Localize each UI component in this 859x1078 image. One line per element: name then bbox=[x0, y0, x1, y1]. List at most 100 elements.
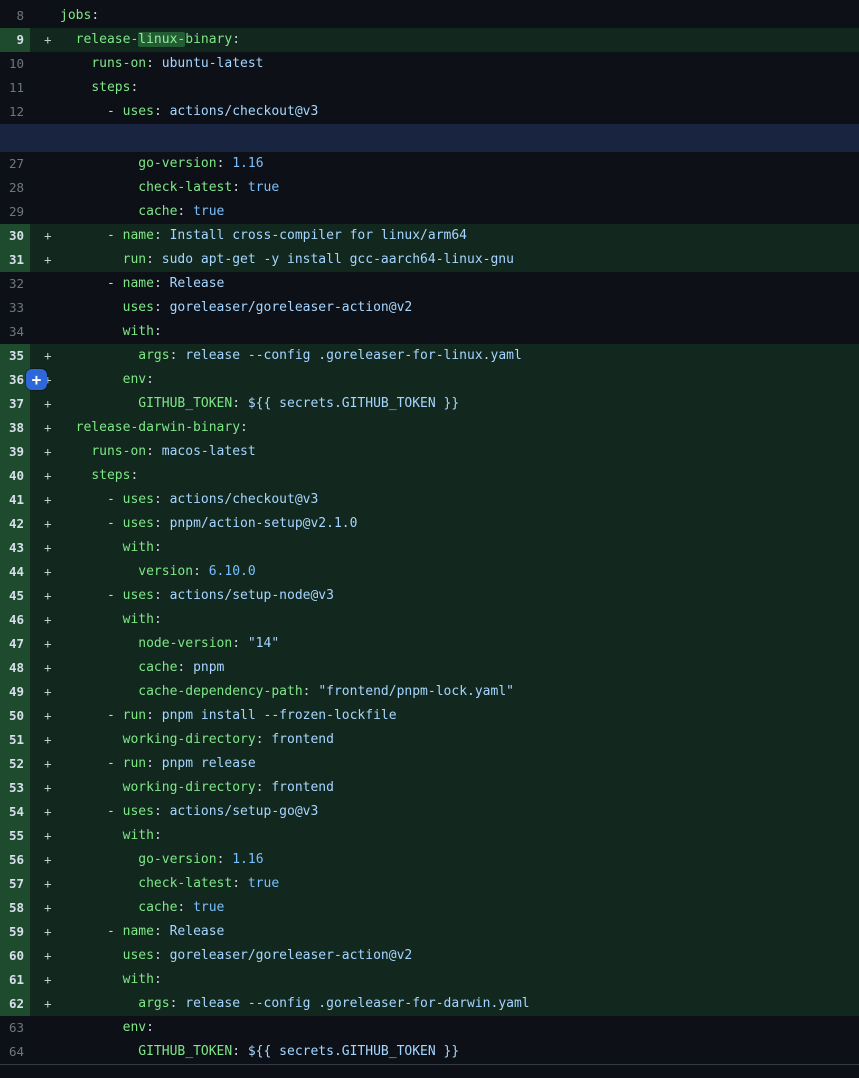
line-number[interactable]: 44 bbox=[0, 560, 30, 584]
code-token: - bbox=[60, 276, 123, 291]
diff-add-marker bbox=[30, 272, 60, 296]
line-number[interactable]: 40 bbox=[0, 464, 30, 488]
line-number[interactable]: 50 bbox=[0, 704, 30, 728]
line-number[interactable]: 53 bbox=[0, 776, 30, 800]
line-number[interactable]: 55 bbox=[0, 824, 30, 848]
line-number[interactable]: 34 bbox=[0, 320, 30, 344]
diff-line-55: 55+ with: bbox=[0, 824, 859, 848]
code-text: uses: goreleaser/goreleaser-action@v2 bbox=[60, 944, 412, 968]
diff-add-marker: + bbox=[30, 632, 60, 656]
code-token: Release bbox=[170, 924, 225, 939]
diff-add-marker: + bbox=[30, 968, 60, 992]
diff-line-54: 54+ - uses: actions/setup-go@v3 bbox=[0, 800, 859, 824]
line-number[interactable]: 54 bbox=[0, 800, 30, 824]
code-token: : bbox=[154, 828, 162, 843]
diff-add-marker bbox=[30, 176, 60, 200]
line-number[interactable]: 59 bbox=[0, 920, 30, 944]
code-token: run bbox=[123, 708, 146, 723]
line-number[interactable]: 37 bbox=[0, 392, 30, 416]
line-number[interactable]: 64 bbox=[0, 1040, 30, 1064]
line-number[interactable]: 27 bbox=[0, 152, 30, 176]
diff-add-marker bbox=[30, 152, 60, 176]
line-number[interactable]: 8 bbox=[0, 4, 30, 28]
line-number[interactable]: 12 bbox=[0, 100, 30, 124]
diff-line-56: 56+ go-version: 1.16 bbox=[0, 848, 859, 872]
code-token bbox=[60, 828, 123, 843]
line-number[interactable]: 43 bbox=[0, 536, 30, 560]
line-number[interactable]: 42 bbox=[0, 512, 30, 536]
line-number[interactable]: 39 bbox=[0, 440, 30, 464]
code-token: actions/setup-go@v3 bbox=[170, 804, 319, 819]
diff-line-63: 63 env: bbox=[0, 1016, 859, 1040]
line-number[interactable]: 58 bbox=[0, 896, 30, 920]
line-number[interactable]: 56 bbox=[0, 848, 30, 872]
line-number[interactable]: 46 bbox=[0, 608, 30, 632]
code-text: jobs: bbox=[60, 4, 99, 28]
line-number[interactable]: 35 bbox=[0, 344, 30, 368]
code-text: with: bbox=[60, 536, 162, 560]
line-number[interactable]: 28 bbox=[0, 176, 30, 200]
code-token: : bbox=[146, 372, 154, 387]
code-token bbox=[60, 324, 123, 339]
code-token: goreleaser/goreleaser-action@v2 bbox=[170, 948, 413, 963]
code-text: - uses: actions/checkout@v3 bbox=[60, 488, 318, 512]
code-text: go-version: 1.16 bbox=[60, 152, 264, 176]
line-number[interactable]: 9 bbox=[0, 28, 30, 52]
line-number[interactable]: 45 bbox=[0, 584, 30, 608]
code-token bbox=[60, 156, 138, 171]
add-comment-button[interactable]: + bbox=[26, 369, 47, 390]
expand-hidden-lines-band[interactable] bbox=[0, 124, 859, 152]
line-number[interactable]: 48 bbox=[0, 656, 30, 680]
line-number[interactable]: 52 bbox=[0, 752, 30, 776]
code-token: : bbox=[154, 324, 162, 339]
line-number[interactable]: 30 bbox=[0, 224, 30, 248]
code-token: : bbox=[232, 396, 248, 411]
line-number[interactable]: 61 bbox=[0, 968, 30, 992]
diff-line-28: 28 check-latest: true bbox=[0, 176, 859, 200]
line-number[interactable]: 33 bbox=[0, 296, 30, 320]
diff-add-marker: + bbox=[30, 872, 60, 896]
code-token: sudo apt-get -y install gcc-aarch64-linu… bbox=[162, 252, 514, 267]
code-token: : bbox=[146, 444, 162, 459]
line-number[interactable]: 47 bbox=[0, 632, 30, 656]
code-token: release-darwin-binary bbox=[76, 420, 240, 435]
line-number[interactable]: 62 bbox=[0, 992, 30, 1016]
code-token: : bbox=[146, 708, 162, 723]
diff-line-53: 53+ working-directory: frontend bbox=[0, 776, 859, 800]
code-token: : bbox=[256, 732, 272, 747]
code-token: GITHUB_TOKEN bbox=[138, 1044, 232, 1059]
code-token: : bbox=[146, 56, 162, 71]
line-number[interactable]: 32 bbox=[0, 272, 30, 296]
diff-line-10: 10 runs-on: ubuntu-latest bbox=[0, 52, 859, 76]
code-token: : bbox=[217, 852, 233, 867]
diff-add-marker: + bbox=[30, 248, 60, 272]
line-number[interactable]: 10 bbox=[0, 52, 30, 76]
code-token: : bbox=[170, 996, 186, 1011]
diff-line-64: 64 GITHUB_TOKEN: ${{ secrets.GITHUB_TOKE… bbox=[0, 1040, 859, 1064]
code-text: args: release --config .goreleaser-for-d… bbox=[60, 992, 530, 1016]
line-number[interactable]: 29 bbox=[0, 200, 30, 224]
diff-add-marker: + bbox=[30, 992, 60, 1016]
line-number[interactable]: 49 bbox=[0, 680, 30, 704]
line-number[interactable]: 11 bbox=[0, 76, 30, 100]
code-token: run bbox=[123, 252, 146, 267]
line-number[interactable]: 63 bbox=[0, 1016, 30, 1040]
diff-add-marker: + bbox=[30, 28, 60, 52]
code-token bbox=[60, 56, 91, 71]
code-token: uses bbox=[123, 804, 154, 819]
code-token bbox=[60, 780, 123, 795]
code-text: GITHUB_TOKEN: ${{ secrets.GITHUB_TOKEN }… bbox=[60, 1040, 459, 1064]
line-number[interactable]: 60 bbox=[0, 944, 30, 968]
code-text: cache: true bbox=[60, 200, 224, 224]
code-token: with bbox=[123, 612, 154, 627]
line-number[interactable]: 51 bbox=[0, 728, 30, 752]
line-number[interactable]: 38 bbox=[0, 416, 30, 440]
code-token: cache bbox=[138, 900, 177, 915]
line-number[interactable]: 57 bbox=[0, 872, 30, 896]
line-number[interactable]: 31 bbox=[0, 248, 30, 272]
code-token: : bbox=[232, 180, 248, 195]
code-token: - bbox=[60, 492, 123, 507]
code-token bbox=[60, 612, 123, 627]
line-number[interactable]: 41 bbox=[0, 488, 30, 512]
code-token bbox=[60, 660, 138, 675]
